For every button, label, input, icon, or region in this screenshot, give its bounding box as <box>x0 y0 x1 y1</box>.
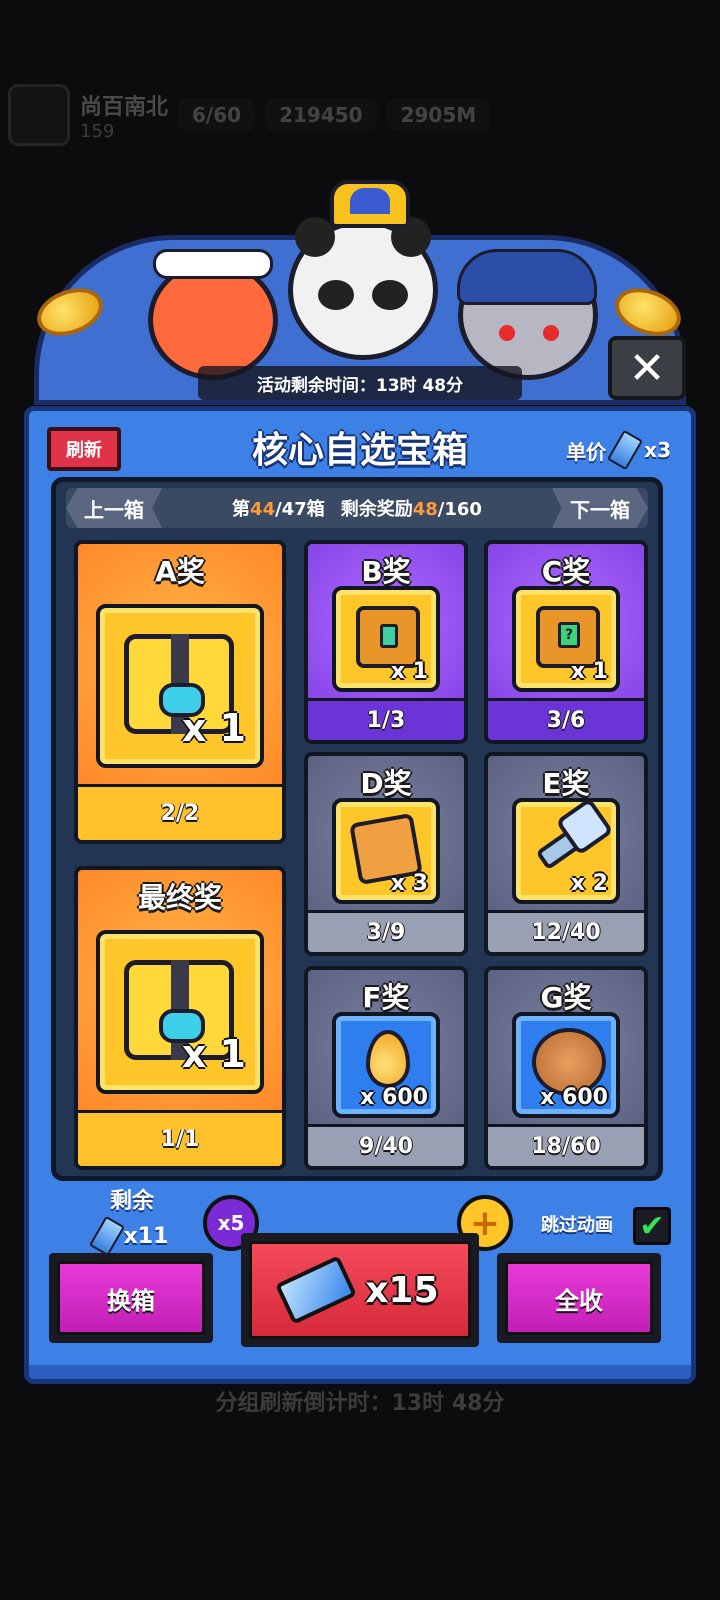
background-hud: 尚百南北 159 6/60 219450 2905M <box>0 80 720 150</box>
prize-card-g[interactable]: G奖 x 600 18/60 <box>484 966 648 1170</box>
prize-card-c[interactable]: C奖 ? x 1 3/6 <box>484 540 648 744</box>
gold-counter: 219450 <box>265 99 377 131</box>
avatar <box>8 84 70 146</box>
box-prefix: 第 <box>232 499 251 520</box>
prize-count: 18/60 <box>488 1124 644 1166</box>
reward-current: 48 <box>412 499 438 520</box>
check-icon: ✔ <box>639 1208 665 1244</box>
prize-qty: x 1 <box>181 1032 246 1076</box>
crown-icon <box>330 180 410 228</box>
prize-title: E奖 <box>542 767 590 800</box>
panda-king-illustration <box>288 217 438 360</box>
prize-count: 3/6 <box>488 698 644 740</box>
draw-label: x15 <box>365 1269 439 1311</box>
box-navigation: 上一箱 第44/47箱 剩余奖励48/160 下一箱 <box>66 488 648 528</box>
group-refresh-countdown: 分组刷新倒计时：13时 48分 <box>215 1391 505 1416</box>
key-icon <box>535 815 601 871</box>
maid-hero-illustration <box>148 249 278 380</box>
prize-title: G奖 <box>540 981 592 1014</box>
prize-title: 最终奖 <box>137 881 222 914</box>
prize-qty: x 1 <box>181 706 246 750</box>
box-progress: 第44/47箱 剩余奖励48/160 <box>232 495 482 521</box>
prize-qty: x 600 <box>360 1085 428 1110</box>
energy-counter: 6/60 <box>178 99 256 131</box>
prize-count: 1/1 <box>78 1110 282 1166</box>
prize-board: 上一箱 第44/47箱 剩余奖励48/160 下一箱 A奖 x 1 2/2 最终… <box>51 477 663 1181</box>
prize-item-slot: x 1 <box>96 930 264 1094</box>
prize-item-slot: x 1 <box>332 586 440 692</box>
prize-qty: x 3 <box>390 871 428 896</box>
prize-count: 2/2 <box>78 784 282 840</box>
reward-prefix: 剩余奖励 <box>340 499 413 520</box>
ticket-icon <box>275 1255 358 1325</box>
skip-animation-label: 跳过动画 <box>541 1215 613 1236</box>
prize-title: C奖 <box>541 555 591 588</box>
prize-card-final[interactable]: 最终奖 x 1 1/1 <box>74 866 286 1170</box>
prize-qty: x 1 <box>570 659 608 684</box>
prize-title: B奖 <box>361 555 411 588</box>
prize-qty: x 600 <box>540 1085 608 1110</box>
prize-count: 1/3 <box>308 698 464 740</box>
ticket-icon <box>607 429 644 471</box>
next-box-button[interactable]: 下一箱 <box>552 488 648 528</box>
prize-title: F奖 <box>362 981 410 1014</box>
core-chest-panel: 刷新 核心自选宝箱 单价 x3 上一箱 第44/47箱 剩余奖励48/160 下… <box>24 406 696 1384</box>
close-icon: ✕ <box>628 342 666 394</box>
collect-all-label: 全收 <box>505 1261 653 1335</box>
prize-item-slot: x 1 <box>96 604 264 768</box>
prize-card-e[interactable]: E奖 x 2 12/40 <box>484 752 648 956</box>
prize-qty: x 2 <box>570 871 608 896</box>
event-remaining-time: 活动剩余时间：13时 48分 <box>198 366 522 400</box>
remaining-qty: x11 <box>123 1223 169 1249</box>
prize-card-b[interactable]: B奖 x 1 1/3 <box>304 540 468 744</box>
prize-item-slot: x 600 <box>332 1012 440 1118</box>
swap-box-label: 换箱 <box>57 1261 205 1335</box>
prize-item-slot: x 3 <box>332 798 440 904</box>
prize-title: D奖 <box>360 767 412 800</box>
prize-count: 12/40 <box>488 910 644 952</box>
knight-hero-illustration <box>457 249 598 380</box>
power-counter: 2905M <box>386 99 491 131</box>
prize-title: A奖 <box>155 555 205 588</box>
prize-item-slot: x 2 <box>512 798 620 904</box>
prize-card-d[interactable]: D奖 x 3 3/9 <box>304 752 468 956</box>
prize-count: 9/40 <box>308 1124 464 1166</box>
swap-box-button[interactable]: 换箱 <box>49 1253 213 1343</box>
box-total: /47箱 <box>275 499 325 520</box>
remaining-label: 剩余 <box>109 1189 154 1214</box>
draw-button[interactable]: x15 <box>241 1233 479 1347</box>
prev-box-button[interactable]: 上一箱 <box>66 488 162 528</box>
ticket-icon <box>88 1215 125 1257</box>
collect-all-button[interactable]: 全收 <box>497 1253 661 1343</box>
prize-item-slot: x 600 <box>512 1012 620 1118</box>
remaining-tickets: 剩余 x11 <box>77 1183 187 1257</box>
close-button[interactable]: ✕ <box>608 336 686 400</box>
box-current: 44 <box>250 499 276 520</box>
unit-price: 单价 x3 <box>566 429 671 471</box>
prize-item-slot: ? x 1 <box>512 586 620 692</box>
reward-total: /160 <box>437 499 482 520</box>
prize-count: 3/9 <box>308 910 464 952</box>
prize-card-f[interactable]: F奖 x 600 9/40 <box>304 966 468 1170</box>
unit-price-label: 单价 <box>566 439 607 464</box>
oil-drop-icon <box>366 1030 410 1088</box>
unit-price-qty: x3 <box>644 438 671 462</box>
player-name: 尚百南北 <box>80 94 169 120</box>
prize-card-a[interactable]: A奖 x 1 2/2 <box>74 540 286 844</box>
player-level: 159 <box>80 120 115 142</box>
prize-qty: x 1 <box>390 659 428 684</box>
skip-animation-checkbox[interactable]: ✔ <box>633 1207 671 1245</box>
